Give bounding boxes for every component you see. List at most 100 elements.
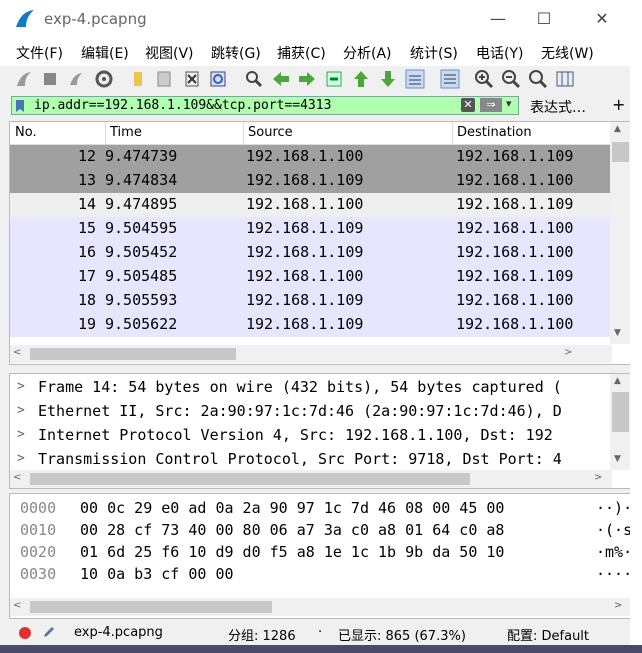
menu-analyze[interactable]: 分析(A): [343, 43, 392, 63]
scroll-right-icon[interactable]: >: [564, 347, 572, 358]
expand-chevron-icon[interactable]: >: [17, 427, 25, 442]
packet-list: No. Time Source Destination 12 9.474739 …: [9, 121, 632, 365]
detail-row-tcp[interactable]: > Transmission Control Protocol, Src Por…: [10, 448, 610, 472]
packet-list-header: No. Time Source Destination: [10, 122, 610, 145]
minimize-button[interactable]: —: [476, 4, 520, 34]
hex-row: 0030 10 0a b3 cf 00 00 ····: [10, 564, 631, 586]
go-to-packet-icon[interactable]: [324, 69, 344, 89]
menu-capture[interactable]: 捕获(C): [277, 43, 326, 63]
clear-filter-icon[interactable]: ✕: [461, 98, 475, 112]
expression-button[interactable]: 表达式…: [530, 97, 586, 117]
hscroll-thumb[interactable]: [30, 348, 236, 360]
colorize-icon[interactable]: [440, 69, 460, 89]
stop-capture-icon[interactable]: [40, 69, 60, 89]
packet-row[interactable]: 15 9.504595 192.168.1.109 192.168.1.100: [10, 217, 610, 241]
scroll-left-icon[interactable]: <: [13, 472, 21, 483]
packet-row-selected[interactable]: 14 9.474895 192.168.1.100 192.168.1.109: [10, 193, 610, 217]
menu-view[interactable]: 视图(V): [145, 43, 194, 63]
packet-time: 9.504595: [105, 219, 178, 237]
hscroll-thumb[interactable]: [30, 473, 470, 485]
scroll-down-icon[interactable]: ▼: [614, 454, 621, 464]
packet-list-vscrollbar[interactable]: ▲ ▼: [610, 122, 631, 344]
zoom-out-icon[interactable]: [501, 69, 521, 89]
packet-row[interactable]: 16 9.505452 192.168.1.109 192.168.1.100: [10, 241, 610, 265]
packet-bytes: 0000 00 0c 29 e0 ad 0a 2a 90 97 1c 7d 46…: [9, 493, 632, 619]
scroll-thumb[interactable]: [612, 142, 629, 162]
detail-row-ethernet[interactable]: > Ethernet II, Src: 2a:90:97:1c:7d:46 (2…: [10, 400, 610, 424]
scroll-down-icon[interactable]: ▼: [614, 328, 621, 338]
hex-bytes[interactable]: 10 0a b3 cf 00 00: [80, 565, 234, 583]
restart-capture-icon[interactable]: [66, 69, 86, 89]
hex-bytes[interactable]: 01 6d 25 f6 10 d9 d0 f5 a8 1e 1c 1b 9b d…: [80, 543, 504, 561]
packet-row[interactable]: 12 9.474739 192.168.1.100 192.168.1.109: [10, 145, 610, 169]
scroll-right-icon[interactable]: >: [594, 472, 602, 483]
save-file-icon[interactable]: [154, 69, 174, 89]
hex-ascii[interactable]: ··)·: [596, 499, 631, 517]
packet-row[interactable]: 17 9.505485 192.168.1.100 192.168.1.109: [10, 265, 610, 289]
menu-go[interactable]: 跳转(G): [211, 43, 261, 63]
hex-bytes[interactable]: 00 28 cf 73 40 00 80 06 a7 3a c0 a8 01 6…: [80, 521, 504, 539]
add-filter-button[interactable]: +: [612, 95, 625, 114]
last-packet-icon[interactable]: [378, 69, 398, 89]
packet-row[interactable]: 18 9.505593 192.168.1.109 192.168.1.100: [10, 289, 610, 313]
column-source[interactable]: Source: [243, 122, 293, 144]
zoom-in-icon[interactable]: [474, 69, 494, 89]
resize-columns-icon[interactable]: [555, 69, 575, 89]
hex-ascii[interactable]: ····: [596, 565, 631, 583]
packet-row[interactable]: 13 9.474834 192.168.1.109 192.168.1.100: [10, 169, 610, 193]
expand-chevron-icon[interactable]: >: [17, 451, 25, 466]
details-vscrollbar[interactable]: ▲ ▼: [610, 374, 631, 470]
expert-info-icon[interactable]: [18, 626, 32, 640]
normal-size-icon[interactable]: [528, 69, 548, 89]
packet-source: 192.168.1.109: [246, 291, 364, 309]
hscroll-thumb[interactable]: [30, 601, 272, 613]
menu-edit[interactable]: 编辑(E): [81, 43, 129, 63]
filter-history-chevron-icon[interactable]: ▾: [506, 97, 512, 110]
reload-icon[interactable]: [208, 69, 228, 89]
edit-comment-icon[interactable]: [42, 625, 56, 639]
detail-row-frame[interactable]: > Frame 14: 54 bytes on wire (432 bits),…: [10, 376, 610, 400]
go-forward-icon[interactable]: [297, 69, 317, 89]
menu-file[interactable]: 文件(F): [16, 43, 63, 63]
menu-telephony[interactable]: 电话(Y): [476, 43, 523, 63]
taskbar: [0, 645, 642, 653]
display-filter-input[interactable]: ip.addr==192.168.1.109&&tcp.port==4313 ✕…: [11, 96, 519, 115]
scroll-left-icon[interactable]: <: [13, 600, 21, 611]
bookmark-icon[interactable]: [16, 100, 24, 112]
detail-row-ip[interactable]: > Internet Protocol Version 4, Src: 192.…: [10, 424, 610, 448]
expand-chevron-icon[interactable]: >: [17, 379, 25, 394]
open-file-icon[interactable]: [128, 69, 148, 89]
apply-filter-icon[interactable]: ⇒: [480, 98, 502, 112]
close-button[interactable]: ✕: [580, 4, 624, 34]
scroll-up-icon[interactable]: ▲: [614, 124, 621, 134]
column-no[interactable]: No.: [15, 125, 37, 140]
scroll-thumb[interactable]: [612, 392, 629, 432]
hex-ascii[interactable]: ·(·s@: [596, 521, 631, 539]
menu-statistics[interactable]: 统计(S): [410, 43, 458, 63]
packet-row[interactable]: 19 9.505622 192.168.1.109 192.168.1.100: [10, 313, 610, 337]
hex-bytes[interactable]: 00 0c 29 e0 ad 0a 2a 90 97 1c 7d 46 08 0…: [80, 499, 504, 517]
expand-chevron-icon[interactable]: >: [17, 403, 25, 418]
packet-source: 192.168.1.109: [246, 243, 364, 261]
status-profile[interactable]: 配置: Default: [507, 625, 589, 644]
detail-text: Ethernet II, Src: 2a:90:97:1c:7d:46 (2a:…: [38, 402, 562, 420]
column-time[interactable]: Time: [105, 122, 142, 144]
start-capture-icon[interactable]: [14, 69, 34, 89]
scroll-left-icon[interactable]: <: [13, 347, 21, 358]
capture-options-icon[interactable]: [94, 69, 114, 89]
close-file-icon[interactable]: [182, 69, 202, 89]
auto-scroll-icon[interactable]: [405, 69, 425, 89]
column-destination[interactable]: Destination: [452, 122, 532, 144]
packet-list-hscrollbar[interactable]: < >: [10, 345, 612, 363]
maximize-button[interactable]: ☐: [522, 4, 566, 34]
menu-wireless[interactable]: 无线(W): [541, 43, 594, 63]
details-hscrollbar[interactable]: < >: [10, 470, 612, 488]
hex-ascii[interactable]: ·m%·: [596, 543, 631, 561]
menu-bar: 文件(F) 编辑(E) 视图(V) 跳转(G) 捕获(C) 分析(A) 统计(S…: [0, 38, 630, 66]
bytes-hscrollbar[interactable]: < >: [10, 598, 631, 616]
scroll-up-icon[interactable]: ▲: [614, 376, 621, 386]
find-packet-icon[interactable]: [244, 69, 264, 89]
scroll-right-icon[interactable]: >: [614, 600, 622, 611]
first-packet-icon[interactable]: [351, 69, 371, 89]
go-back-icon[interactable]: [271, 69, 291, 89]
